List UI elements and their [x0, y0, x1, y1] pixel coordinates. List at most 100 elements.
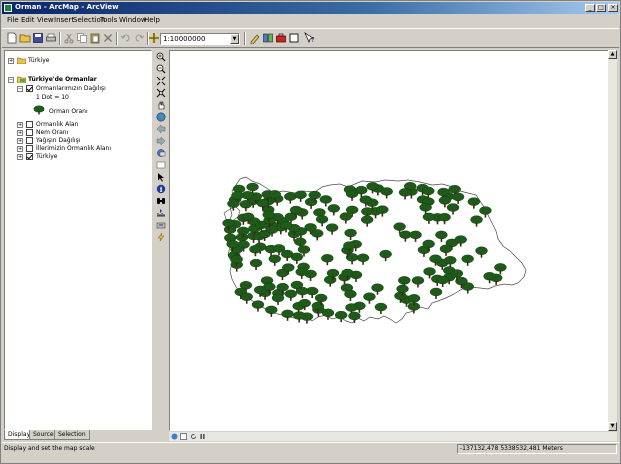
tree-icon	[321, 254, 334, 266]
expand-icon[interactable]: +	[8, 58, 14, 64]
map-scale-combobox[interactable]: 1:10000000 ▼	[160, 33, 240, 45]
help-icon[interactable]: ?	[304, 32, 316, 44]
tree-icon	[438, 213, 451, 225]
toc-layer-label: Nem Oranı	[36, 129, 69, 136]
undo-icon[interactable]	[120, 32, 132, 44]
map-canvas[interactable]	[170, 51, 608, 430]
open-icon[interactable]	[19, 32, 31, 44]
expand-icon[interactable]: +	[17, 130, 23, 136]
scroll-down-icon[interactable]: ▼	[608, 422, 617, 431]
refresh-icon[interactable]	[190, 433, 197, 440]
select-icon[interactable]	[156, 172, 166, 182]
catalog-icon[interactable]	[262, 32, 274, 44]
map-display[interactable]	[169, 50, 617, 431]
tools-toolbar: i	[154, 50, 168, 320]
layer-visibility-checkbox[interactable]	[26, 85, 33, 92]
toc-layer-label: İllerimizin Ormanlık Alanı	[36, 145, 112, 152]
menu-help[interactable]: Help	[144, 16, 160, 24]
find-icon[interactable]	[156, 196, 166, 206]
expand-icon[interactable]: +	[17, 138, 23, 144]
lightning-icon[interactable]	[156, 232, 166, 242]
measure-icon[interactable]	[156, 208, 166, 218]
close-button[interactable]: ×	[608, 4, 618, 12]
chevron-down-icon[interactable]: ▼	[230, 34, 239, 44]
tree-icon	[348, 311, 361, 323]
menu-file[interactable]: File	[7, 16, 19, 24]
delete-icon[interactable]	[102, 32, 114, 44]
layer-visibility-checkbox[interactable]	[26, 129, 33, 136]
menu-edit[interactable]: Edit	[21, 16, 35, 24]
new-icon[interactable]	[6, 32, 18, 44]
arcmap-window: Orman - ArcMap - ArcView _ □ × File Edit…	[0, 0, 621, 464]
menu-window[interactable]: Window	[119, 16, 147, 24]
tree-icon	[429, 287, 443, 299]
forward-icon[interactable]	[156, 136, 166, 146]
redo-icon[interactable]	[133, 32, 145, 44]
save-icon[interactable]	[32, 32, 44, 44]
menu-tools[interactable]: Tools	[100, 16, 117, 24]
tab-selection[interactable]: Selection	[54, 430, 90, 440]
expand-icon[interactable]: +	[17, 122, 23, 128]
back-icon[interactable]	[156, 124, 166, 134]
arcmap-app-icon	[4, 4, 12, 12]
layer-visibility-checkbox[interactable]	[26, 145, 33, 152]
vertical-scrollbar[interactable]: ▲ ▼	[608, 50, 617, 431]
toc-layer-active[interactable]: − Ormanlarımızın Dağılışı	[5, 85, 145, 94]
window-title: Orman - ArcMap - ArcView	[15, 3, 119, 11]
toc-data-frame[interactable]: − Türkiye'de Ormanlar	[5, 76, 145, 85]
svg-text:i: i	[160, 185, 163, 194]
print-icon[interactable]	[45, 32, 57, 44]
menu-view[interactable]: View	[37, 16, 54, 24]
editor-icon[interactable]	[249, 32, 261, 44]
menu-insert[interactable]: Insert	[54, 16, 74, 24]
tree-icon	[251, 300, 265, 312]
minimize-button[interactable]: _	[585, 4, 595, 12]
globe-icon[interactable]	[171, 433, 178, 440]
map-tips-icon[interactable]	[156, 160, 166, 170]
layout-view-icon[interactable]	[180, 433, 187, 440]
go-to-xy-icon[interactable]	[156, 148, 166, 158]
expand-icon[interactable]: +	[17, 146, 23, 152]
collapse-icon[interactable]: −	[17, 86, 23, 92]
fixed-zoom-out-icon[interactable]	[156, 88, 166, 98]
tree-icon	[295, 267, 308, 279]
collapse-icon[interactable]: −	[8, 77, 14, 83]
layer-visibility-checkbox[interactable]	[26, 121, 33, 128]
tree-icon	[374, 302, 388, 315]
cut-icon[interactable]	[63, 32, 75, 44]
tree-icon	[296, 286, 309, 299]
maximize-button[interactable]: □	[596, 4, 606, 12]
toc-layer-label: Ormanlık Alan	[36, 121, 79, 128]
toc-layer[interactable]: + Türkiye	[5, 153, 145, 162]
copy-icon[interactable]	[76, 32, 88, 44]
tree-icon	[363, 292, 376, 304]
tree-icon	[249, 245, 262, 257]
full-extent-icon[interactable]	[156, 112, 166, 122]
layer-visibility-checkbox[interactable]	[26, 137, 33, 144]
pan-icon[interactable]	[156, 100, 166, 110]
layout-icon[interactable]	[288, 32, 300, 44]
zoom-in-icon[interactable]	[156, 52, 166, 62]
tree-icon	[475, 246, 488, 258]
scroll-up-icon[interactable]: ▲	[608, 50, 617, 59]
layer-visibility-checkbox[interactable]	[26, 153, 33, 160]
identify-icon[interactable]: i	[156, 184, 166, 194]
tree-icon	[371, 283, 384, 295]
hyperlink-icon[interactable]	[156, 220, 166, 230]
tree-icon	[360, 215, 374, 227]
paste-icon[interactable]	[89, 32, 101, 44]
toolbox-icon[interactable]	[275, 32, 287, 44]
toc-layer-turkiye-top[interactable]: + Türkiye	[5, 57, 145, 66]
zoom-out-icon[interactable]	[156, 64, 166, 74]
expand-icon[interactable]: +	[17, 154, 23, 160]
tree-icon	[319, 195, 332, 207]
tree-icon	[265, 305, 278, 317]
table-of-contents: + Türkiye − Türkiye'de Ormanlar − Ormanl…	[4, 50, 152, 430]
fixed-zoom-in-icon[interactable]	[156, 76, 166, 86]
pause-icon[interactable]	[199, 433, 206, 440]
tree-icon	[422, 212, 436, 224]
tree-icon	[315, 215, 329, 227]
add-data-icon[interactable]	[148, 32, 159, 44]
cursor-coordinates: -137132,478 5338532,481 Meters	[457, 444, 617, 454]
toc-layer-label: Ormanlarımızın Dağılışı	[36, 85, 106, 92]
